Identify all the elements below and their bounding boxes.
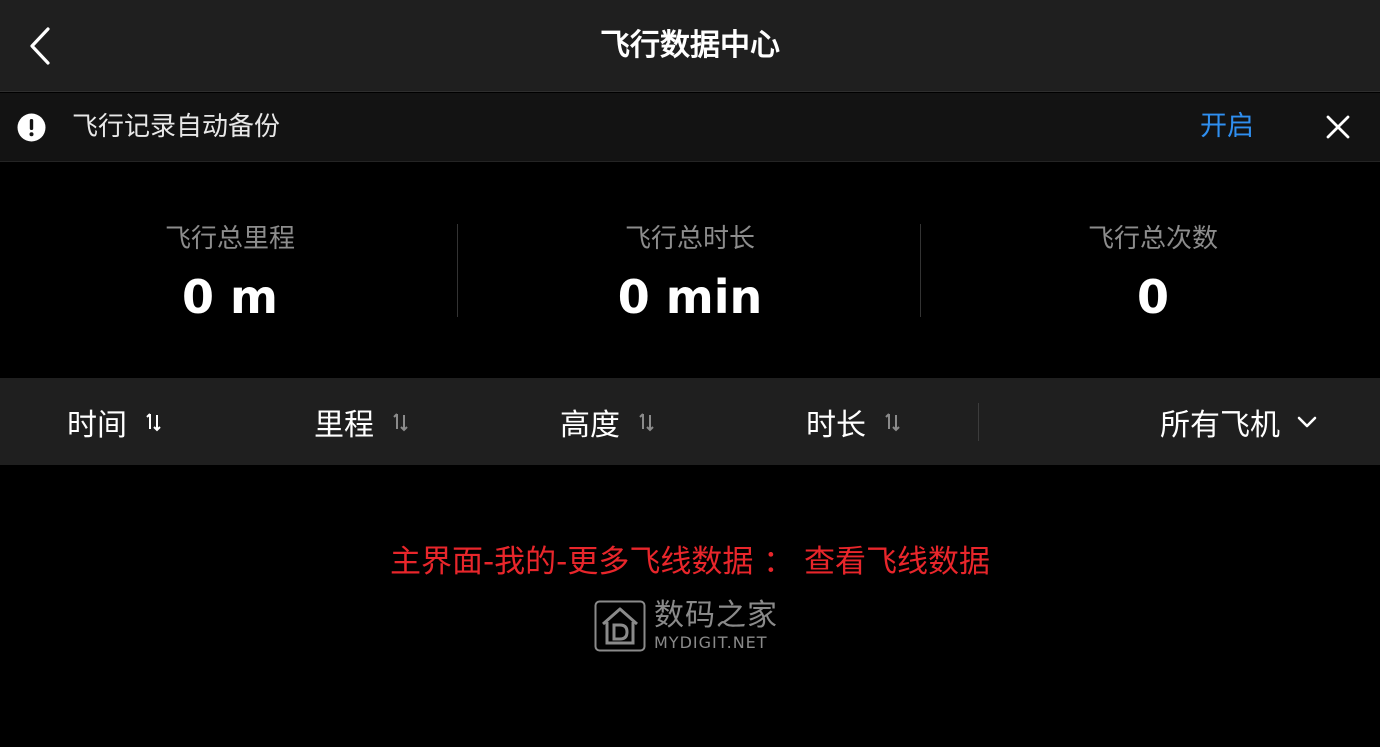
- stat-value: 0: [1136, 270, 1169, 324]
- watermark-name-cn: 数码之家: [654, 598, 778, 633]
- stat-divider: [457, 224, 458, 317]
- aircraft-filter-label: 所有飞机: [1160, 407, 1280, 443]
- sort-arrows-icon: [393, 412, 408, 431]
- sort-label: 时长: [806, 407, 866, 443]
- sort-arrows-icon: [639, 412, 654, 431]
- close-icon: [1326, 115, 1350, 139]
- stat-total-distance: 飞行总里程 0 m: [0, 162, 460, 378]
- aircraft-filter-dropdown[interactable]: 所有飞机: [1160, 378, 1318, 465]
- backup-notice-bar: 飞行记录自动备份 开启: [0, 93, 1380, 162]
- top-bar: 飞行数据中心: [0, 0, 1380, 92]
- sort-arrows-icon: [885, 412, 900, 431]
- chevron-down-icon: [1297, 416, 1317, 427]
- stat-total-flights: 飞行总次数 0: [923, 162, 1380, 378]
- flight-stats: 飞行总里程 0 m 飞行总时长 0 min 飞行总次数 0: [0, 162, 1380, 378]
- sort-by-altitude[interactable]: 高度: [560, 378, 656, 465]
- watermark-text: 数码之家 MYDIGIT.NET: [654, 599, 778, 653]
- flight-data-hint: 主界面-我的-更多飞线数据 ： 查看飞线数据: [389, 544, 991, 580]
- stat-label: 飞行总次数: [1087, 224, 1218, 254]
- stat-total-duration: 飞行总时长 0 min: [460, 162, 920, 378]
- sort-label: 高度: [560, 407, 620, 443]
- house-d-logo-icon: [594, 600, 646, 652]
- sort-label: 时间: [67, 407, 127, 443]
- stat-value: 0 min: [617, 270, 763, 324]
- enable-backup-button[interactable]: 开启: [1200, 93, 1254, 161]
- sort-by-duration[interactable]: 时长: [806, 378, 902, 465]
- exclamation-circle-icon: [17, 113, 46, 142]
- stat-value: 0 m: [182, 270, 278, 324]
- watermark-name-en: MYDIGIT.NET: [654, 633, 768, 652]
- stat-label: 飞行总里程: [164, 224, 295, 254]
- sort-divider: [978, 403, 979, 441]
- sort-arrows-icon: [146, 412, 161, 431]
- sort-label: 里程: [314, 407, 374, 443]
- sort-by-time[interactable]: 时间: [67, 378, 163, 465]
- watermark: 数码之家 MYDIGIT.NET: [594, 598, 778, 654]
- close-notice-button[interactable]: [1318, 107, 1358, 147]
- notice-text: 飞行记录自动备份: [72, 112, 281, 142]
- sort-bar: 时间 里程 高度 时长 所有飞机: [0, 378, 1380, 465]
- stat-divider: [920, 224, 921, 317]
- page-title: 飞行数据中心: [600, 28, 780, 63]
- stat-label: 飞行总时长: [624, 224, 755, 254]
- sort-by-distance[interactable]: 里程: [314, 378, 410, 465]
